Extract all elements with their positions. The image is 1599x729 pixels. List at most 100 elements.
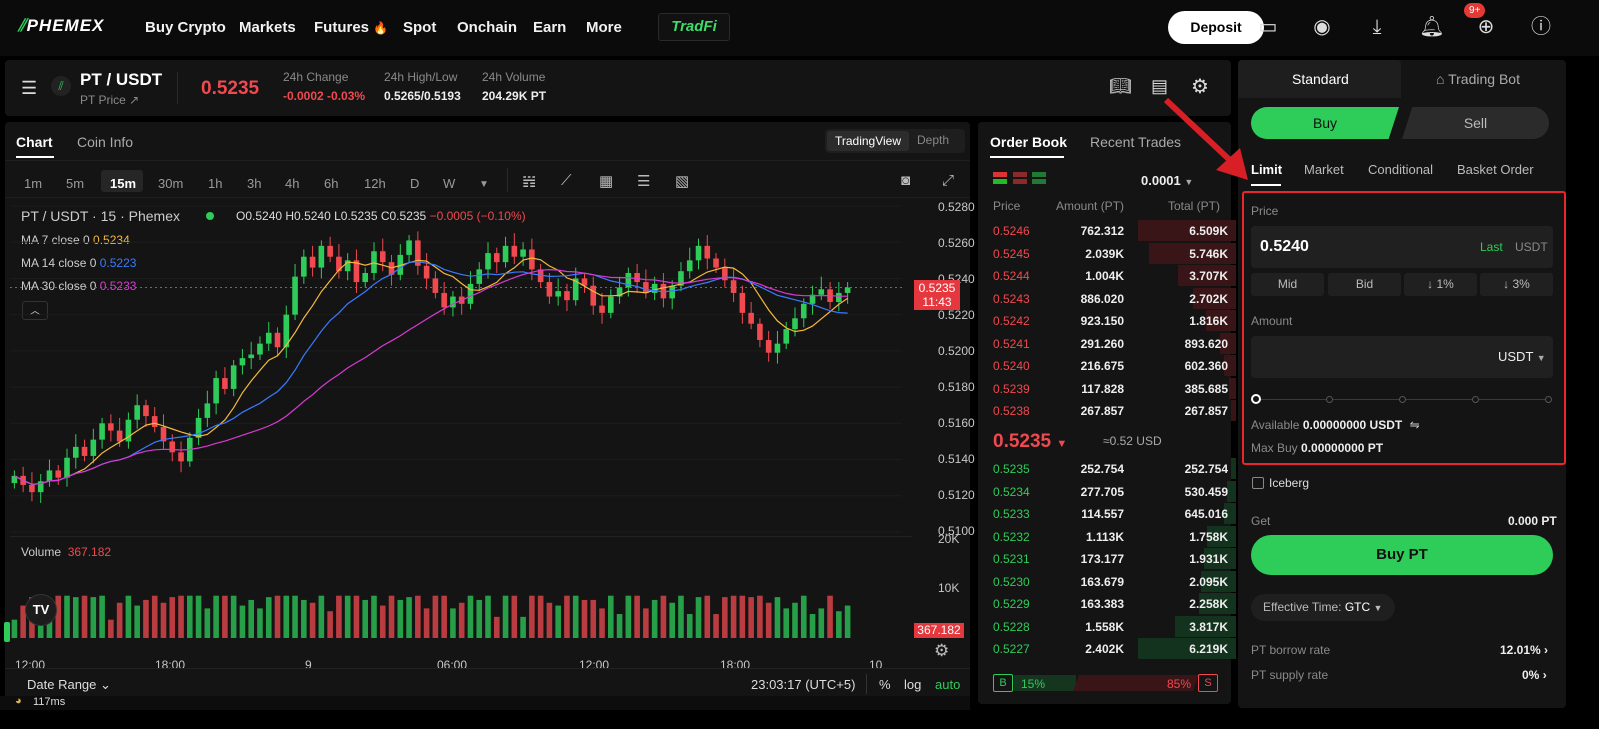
auto-scale-toggle[interactable]: auto [935,677,960,692]
template-icon[interactable]: ▦ [599,172,613,190]
fullscreen-icon[interactable]: ⤢ [942,172,954,189]
tf-1h[interactable]: 1h [208,176,222,191]
ask-row[interactable]: 0.5244 1.004K 3.707K [991,265,1236,287]
bid-row[interactable]: 0.5228 1.558K 3.817K [991,615,1236,638]
percent-scale-toggle[interactable]: % [879,677,891,692]
tab-order-book[interactable]: Order Book [990,134,1067,150]
buy-pt-button[interactable]: Buy PT [1251,535,1553,575]
effective-time-select[interactable]: Effective Time: GTC ▼ [1251,594,1395,621]
nav-onchain[interactable]: Onchain [457,19,517,36]
log-scale-toggle[interactable]: log [904,677,921,692]
slider-step[interactable] [1472,396,1479,403]
slider-handle[interactable] [1251,394,1261,404]
drag-handle[interactable] [4,622,10,642]
tradfi-banner[interactable]: TradFi [658,13,730,41]
minus-3pct-button[interactable]: ↓ 3% [1480,273,1553,296]
ask-row[interactable]: 0.5245 2.039K 5.746K [991,242,1236,265]
tf-15m[interactable]: 15m [110,176,136,191]
indicator-icon[interactable]: ⟋ [561,172,572,189]
mid-price-button[interactable]: Mid [1251,273,1324,296]
amount-input[interactable]: USDT ▼ [1251,336,1553,378]
ask-row[interactable]: 0.5246 762.312 6.509K [991,220,1236,242]
layout-bids-icon[interactable] [1032,172,1046,184]
sell-tab-button[interactable]: Sell [1402,107,1549,139]
date-range-button[interactable]: Date Range ⌄ [27,677,111,693]
tf-5m[interactable]: 5m [66,176,84,191]
bid-row[interactable]: 0.5235 252.754 252.754 [991,458,1236,480]
tab-chart[interactable]: Chart [16,134,53,150]
nav-futures[interactable]: Futures 🔥 [314,19,388,36]
tab-standard[interactable]: Standard [1292,71,1349,87]
candlestick-chart[interactable] [10,198,910,640]
ask-row[interactable]: 0.5238 267.857 267.857 [991,400,1236,422]
minus-1pct-button[interactable]: ↓ 1% [1404,273,1477,296]
candle-type-icon[interactable]: 𝍀 [522,172,536,192]
tf-d[interactable]: D [410,176,419,191]
deposit-button[interactable]: Deposit [1168,11,1264,44]
bid-row[interactable]: 0.5229 163.383 2.258K [991,593,1236,615]
tf-6h[interactable]: 6h [324,176,338,191]
ask-row[interactable]: 0.5240 216.675 602.360 [991,355,1236,377]
bid-row[interactable]: 0.5227 2.402K 6.219K [991,638,1236,660]
download-icon[interactable]: ⤓ [1364,14,1390,40]
ob-mid-price[interactable]: 0.5235 ▼ [993,431,1067,453]
nav-buy-crypto[interactable]: Buy Crypto [145,19,226,36]
tradingview-logo-icon[interactable]: TV [25,594,57,626]
wallet-icon[interactable]: ▭ [1255,14,1281,40]
supply-rate[interactable]: 0% › [1522,668,1547,682]
menu-icon[interactable]: ☰ [21,78,37,99]
screenshot-icon[interactable]: ◙ [901,172,910,189]
nav-more[interactable]: More [586,19,622,36]
tab-coin-info[interactable]: Coin Info [77,134,133,150]
tf-12h[interactable]: 12h [364,176,386,191]
tf-4h[interactable]: 4h [285,176,299,191]
iceberg-checkbox[interactable] [1252,477,1264,489]
layout-both-icon[interactable] [993,172,1007,184]
bid-row[interactable]: 0.5233 114.557 645.016 [991,503,1236,525]
slider-step[interactable] [1326,396,1333,403]
bell-icon[interactable]: 🔔︎ [1419,14,1445,40]
last-price-button[interactable]: Last [1480,240,1503,254]
bid-row[interactable]: 0.5232 1.113K 1.758K [991,525,1236,548]
tf-w[interactable]: W [443,176,455,191]
user-icon[interactable]: ◉ [1309,14,1335,40]
order-type-conditional[interactable]: Conditional [1368,162,1433,177]
transfer-icon[interactable]: ⇋ [1410,418,1420,432]
slider-step[interactable] [1545,396,1552,403]
ask-row[interactable]: 0.5239 117.828 385.685 [991,377,1236,400]
borrow-rate[interactable]: 12.01% › [1500,643,1548,657]
ask-row[interactable]: 0.5241 291.260 893.620 [991,332,1236,355]
nav-markets[interactable]: Markets [239,19,296,36]
nav-earn[interactable]: Earn [533,19,566,36]
tf-more-chevron-icon[interactable]: ▼ [479,179,489,190]
pair-subtitle[interactable]: PT Price ↗ [80,93,139,107]
tf-30m[interactable]: 30m [158,176,183,191]
order-type-market[interactable]: Market [1304,162,1344,177]
bid-row[interactable]: 0.5231 173.177 1.931K [991,548,1236,570]
bid-price-button[interactable]: Bid [1328,273,1401,296]
phemex-logo[interactable]: ⫽PHEMEX [18,16,104,36]
bid-row[interactable]: 0.5234 277.705 530.459 [991,480,1236,503]
bid-row[interactable]: 0.5230 163.679 2.095K [991,570,1236,593]
tab-trading-bot[interactable]: ⌂ Trading Bot [1436,71,1520,87]
ask-row[interactable]: 0.5242 923.150 1.816K [991,310,1236,332]
add-alert-icon[interactable]: ▧ [675,172,689,190]
book-icon[interactable]: 📖︎ [1109,76,1132,97]
slider-step[interactable] [1399,396,1406,403]
pair-title[interactable]: PT / USDT [80,70,162,90]
axis-settings-gear-icon[interactable]: ⚙ [934,641,949,661]
ask-row[interactable]: 0.5243 886.020 2.702K [991,287,1236,310]
layout-asks-icon[interactable] [1013,172,1027,184]
tf-3h[interactable]: 3h [247,176,261,191]
view-depth[interactable]: Depth [917,133,949,147]
buy-tab-button[interactable]: Buy [1251,107,1399,139]
tf-1m[interactable]: 1m [24,176,42,191]
price-input[interactable]: 0.5240 Last USDT [1251,226,1553,268]
help-icon[interactable]: ⓘ [1528,14,1554,40]
nav-spot[interactable]: Spot [403,19,436,36]
amount-unit-select[interactable]: USDT ▼ [1498,349,1546,364]
view-tradingview[interactable]: TradingView [827,131,909,151]
globe-icon[interactable]: ⊕ [1473,14,1499,40]
settings-sliders-icon[interactable]: ☰ [637,172,650,190]
order-type-basket[interactable]: Basket Order [1457,162,1534,177]
